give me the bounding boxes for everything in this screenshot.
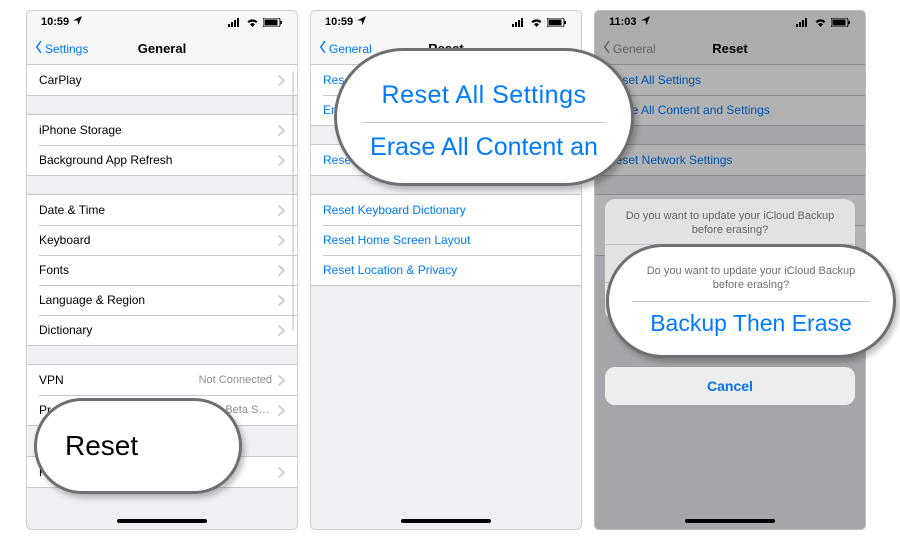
nav-title: General	[138, 41, 186, 56]
callout-line2: Erase All Content an	[370, 133, 598, 162]
row-vpn[interactable]: VPN Not Connected	[27, 365, 297, 395]
back-label: Settings	[45, 42, 88, 56]
home-indicator[interactable]	[401, 519, 491, 523]
chevron-right-icon	[278, 325, 285, 336]
row-language-region[interactable]: Language & Region	[27, 285, 297, 315]
location-icon	[73, 16, 82, 28]
row-label: iPhone Storage	[39, 123, 122, 137]
chevron-left-icon	[317, 41, 329, 56]
row-label: Reset Home Screen Layout	[323, 233, 470, 247]
callout-line1: Reset All Settings	[382, 81, 587, 110]
chevron-right-icon	[278, 235, 285, 246]
callout-backup-then-erase: Do you want to update your iCloud Backup…	[606, 244, 896, 358]
signal-icon	[512, 18, 526, 27]
row-background-app-refresh[interactable]: Background App Refresh	[27, 145, 297, 175]
row-label: Language & Region	[39, 293, 145, 307]
row-label: VPN	[39, 373, 64, 387]
chevron-right-icon	[278, 205, 285, 216]
home-indicator[interactable]	[685, 519, 775, 523]
row-carplay[interactable]: CarPlay	[27, 65, 297, 95]
row-label: Keyboard	[39, 233, 90, 247]
row-reset-location-privacy[interactable]: Reset Location & Privacy	[311, 255, 581, 285]
status-time: 10:59	[41, 16, 69, 28]
chevron-right-icon	[278, 125, 285, 136]
callout-separator	[632, 301, 871, 302]
callout-label: Reset	[65, 430, 138, 462]
row-label: CarPlay	[39, 73, 82, 87]
row-dictionary[interactable]: Dictionary	[27, 315, 297, 345]
row-label: Fonts	[39, 263, 69, 277]
callout-separator	[363, 122, 604, 123]
chevron-right-icon	[278, 265, 285, 276]
chevron-right-icon	[278, 375, 285, 386]
battery-icon	[547, 18, 567, 27]
row-label: Reset Location & Privacy	[323, 263, 457, 277]
home-indicator[interactable]	[117, 519, 207, 523]
action-sheet-message: Do you want to update your iCloud Backup…	[605, 199, 855, 244]
row-date-time[interactable]: Date & Time	[27, 195, 297, 225]
chevron-right-icon	[278, 75, 285, 86]
back-button[interactable]: General	[317, 41, 372, 56]
status-time: 10:59	[325, 16, 353, 28]
location-icon	[357, 16, 366, 28]
signal-icon	[228, 18, 242, 27]
row-label: Dictionary	[39, 323, 92, 337]
back-button[interactable]: Settings	[33, 41, 88, 56]
status-bar: 10:59	[27, 11, 297, 33]
callout-label: Backup Then Erase	[650, 310, 852, 337]
battery-icon	[263, 18, 283, 27]
chevron-left-icon	[33, 41, 45, 56]
row-iphone-storage[interactable]: iPhone Storage	[27, 115, 297, 145]
callout-reset: Reset	[34, 398, 242, 494]
row-reset-keyboard-dictionary[interactable]: Reset Keyboard Dictionary	[311, 195, 581, 225]
row-keyboard[interactable]: Keyboard	[27, 225, 297, 255]
chevron-right-icon	[278, 467, 285, 478]
chevron-right-icon	[278, 295, 285, 306]
row-detail: Not Connected	[199, 374, 272, 386]
back-label: General	[329, 42, 372, 56]
wifi-icon	[246, 18, 259, 27]
scrollbar[interactable]	[292, 71, 294, 331]
callout-message: Do you want to update your iCloud Backup…	[609, 265, 893, 299]
row-fonts[interactable]: Fonts	[27, 255, 297, 285]
row-label: Reset Keyboard Dictionary	[323, 203, 466, 217]
chevron-right-icon	[278, 405, 285, 416]
wifi-icon	[530, 18, 543, 27]
callout-erase-all: Reset All Settings Erase All Content an	[334, 48, 634, 186]
row-label: Background App Refresh	[39, 153, 172, 167]
action-cancel[interactable]: Cancel	[605, 367, 855, 405]
nav-bar: Settings General	[27, 33, 297, 65]
chevron-right-icon	[278, 155, 285, 166]
row-reset-home-screen[interactable]: Reset Home Screen Layout	[311, 225, 581, 255]
status-bar: 10:59	[311, 11, 581, 33]
row-label: Date & Time	[39, 203, 105, 217]
